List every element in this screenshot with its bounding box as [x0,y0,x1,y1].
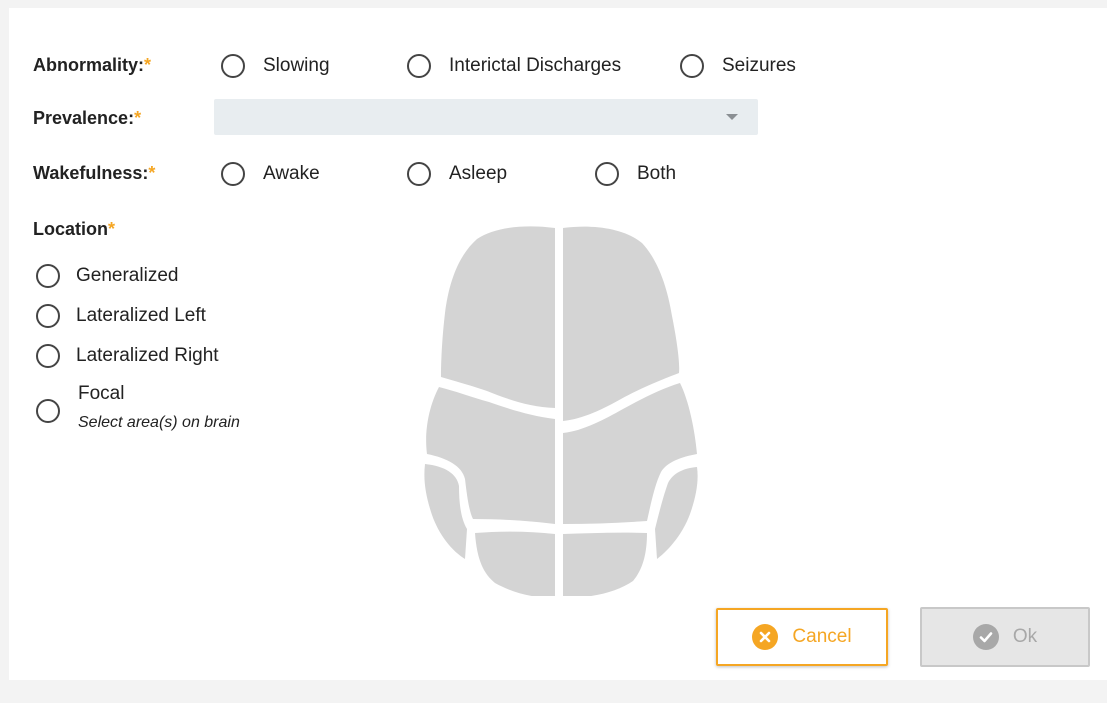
radio-lateralized-right-label: Lateralized Right [76,345,219,366]
brain-region-left-occipital[interactable] [475,531,555,596]
cancel-button[interactable]: Cancel [716,608,888,666]
required-mark: * [144,55,152,75]
cancel-button-label: Cancel [792,626,852,647]
radio-slowing-label: Slowing [263,55,330,76]
radio-awake[interactable]: Awake [221,162,320,186]
prevalence-label: Prevalence:* [33,108,141,129]
radio-circle[interactable] [36,264,60,288]
radio-asleep-label: Asleep [449,163,508,184]
radio-asleep[interactable]: Asleep [407,162,507,186]
wakefulness-label: Wakefulness:* [33,163,155,184]
location-label: Location* [33,219,115,240]
required-mark: * [108,219,116,239]
radio-interictal-discharges-label: Interictal Discharges [449,55,622,76]
close-circle-icon [752,624,779,650]
radio-generalized-label: Generalized [76,265,179,286]
brain-region-right-occipital[interactable] [563,532,647,596]
radio-both-label: Both [637,163,677,184]
close-glyph [760,631,771,643]
radio-seizures[interactable]: Seizures [680,54,796,78]
radio-lateralized-left[interactable]: Lateralized Left [36,304,206,328]
radio-circle[interactable] [221,162,245,186]
radio-seizures-label: Seizures [722,55,796,76]
radio-slowing[interactable]: Slowing [221,54,330,78]
radio-focal-label: Focal [78,383,125,404]
radio-circle[interactable] [36,344,60,368]
required-mark: * [148,163,156,183]
required-mark: * [134,108,142,128]
check-glyph [979,632,993,643]
location-label-text: Location [33,219,108,239]
ok-button-label: Ok [1012,626,1038,647]
brain-map [424,226,698,596]
radio-circle[interactable] [680,54,704,78]
radio-lateralized-left-label: Lateralized Left [76,305,206,326]
prevalence-select[interactable] [214,99,758,135]
prevalence-label-text: Prevalence: [33,108,135,128]
check-circle-icon [972,624,999,650]
radio-awake-label: Awake [263,163,320,184]
brain-region-left-frontal[interactable] [441,226,555,408]
radio-interictal-discharges[interactable]: Interictal Discharges [407,54,621,78]
ok-button[interactable]: Ok [920,607,1090,667]
focal-hint-text: Select area(s) on brain [78,414,240,431]
radio-circle[interactable] [221,54,245,78]
radio-circle[interactable] [595,162,619,186]
brain-region-left-temporal[interactable] [424,464,467,559]
radio-focal[interactable] [36,399,60,423]
abnormality-label-text: Abnormality: [33,55,145,75]
radio-both[interactable]: Both [595,162,676,186]
brain-region-right-temporal[interactable] [655,467,698,559]
radio-circle[interactable] [407,54,431,78]
caret-down-icon [726,114,738,120]
form-card: Abnormality:* Slowing Interictal Dischar… [9,8,1107,680]
radio-circle[interactable] [36,399,60,423]
wakefulness-label-text: Wakefulness: [33,163,149,183]
abnormality-label: Abnormality:* [33,55,151,76]
radio-lateralized-right[interactable]: Lateralized Right [36,344,219,368]
radio-circle[interactable] [36,304,60,328]
radio-circle[interactable] [407,162,431,186]
radio-generalized[interactable]: Generalized [36,264,178,288]
